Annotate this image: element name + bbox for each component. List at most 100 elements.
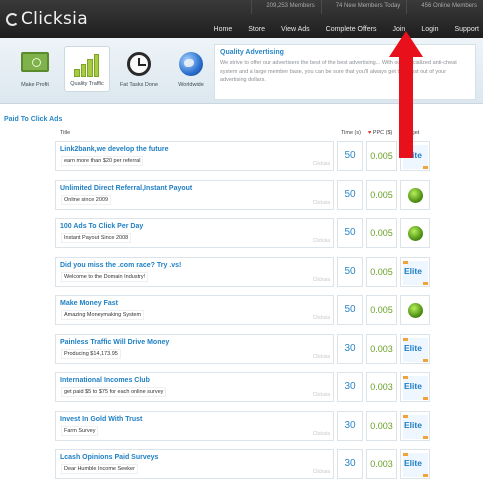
nav-support[interactable]: Support [454, 26, 479, 33]
worldwide-globe-icon [408, 303, 423, 318]
elite-badge-label: Elite [404, 381, 422, 391]
stat-online-members: 456 Online Members [406, 0, 483, 14]
ad-cell[interactable]: Unlimited Direct Referral,Instant Payout… [55, 179, 334, 210]
heart-icon: ♥ [368, 130, 372, 136]
feature-tiles: Make Profit Quality Traffic Fat Tasks Do… [12, 46, 220, 92]
main-nav: Home Store View Ads Complete Offers Join… [198, 26, 479, 33]
ad-target [400, 218, 430, 248]
feature-info-title: Quality Advertising [220, 49, 284, 56]
elite-badge: Elite [403, 414, 428, 439]
ad-target: Elite [400, 449, 430, 479]
ad-cell[interactable]: Lcash Opinions Paid Surveys Dear Humble … [55, 449, 334, 479]
ad-source-label: Clicksia [312, 199, 330, 206]
nav-view-ads[interactable]: View Ads [281, 26, 310, 33]
ad-time: 50 [337, 295, 363, 325]
section-title: Paid To Click Ads [4, 116, 63, 123]
money-icon [21, 52, 49, 72]
elite-badge: Elite [403, 453, 428, 477]
ad-target [400, 295, 430, 325]
ad-row: Lcash Opinions Paid Surveys Dear Humble … [55, 449, 437, 479]
elite-badge-label: Elite [404, 419, 422, 430]
feature-tile-worldwide[interactable]: Worldwide [168, 46, 214, 92]
ad-description: Farm Survey [62, 426, 98, 435]
ad-title[interactable]: Unlimited Direct Referral,Instant Payout [60, 185, 192, 192]
ad-title[interactable]: Did you miss the .com race? Try .vs! [60, 262, 181, 269]
ad-title[interactable]: Painless Traffic Will Drive Money [60, 339, 169, 346]
ad-cell[interactable]: Make Money Fast Amazing Moneymaking Syst… [55, 295, 334, 325]
worldwide-globe-icon [408, 187, 423, 203]
feature-tile-quality-traffic[interactable]: Quality Traffic [64, 46, 110, 92]
ad-ppc: 0.003 [366, 372, 397, 402]
nav-complete-offers[interactable]: Complete Offers [326, 26, 377, 33]
ad-title[interactable]: Link2bank,we develop the future [60, 146, 169, 153]
ad-title[interactable]: Invest In Gold With Trust [60, 416, 142, 423]
stat-new-members: 74 New Members Today [320, 0, 407, 14]
logo-icon [6, 12, 19, 26]
ad-description: Dear Humble Income Seeker [62, 465, 137, 473]
ad-cell[interactable]: Invest In Gold With Trust Farm Survey Cl… [55, 410, 334, 441]
nav-login[interactable]: Login [421, 26, 438, 33]
ad-ppc: 0.003 [366, 333, 397, 364]
elite-badge: Elite [403, 337, 428, 362]
stat-total-members: 209,253 Members [251, 0, 320, 14]
ad-time: 50 [337, 141, 363, 171]
clock-icon [127, 52, 151, 76]
brand-logo[interactable]: Clicksia [6, 9, 88, 29]
feature-info-box: Quality Advertising We strive to offer o… [214, 44, 476, 100]
ad-cell[interactable]: Link2bank,we develop the future earn mor… [55, 141, 334, 171]
ad-title[interactable]: Make Money Fast [60, 300, 118, 307]
ad-ppc: 0.005 [366, 179, 397, 210]
ad-target: Elite [400, 256, 430, 287]
ad-source-label: Clicksia [312, 392, 330, 398]
elite-badge: Elite [403, 376, 428, 400]
ad-source-label: Clicksia [312, 276, 330, 283]
ad-ppc: 0.005 [366, 218, 397, 248]
bar-chart-icon [74, 53, 100, 77]
ad-time: 50 [337, 256, 363, 287]
feature-tile-make-profit[interactable]: Make Profit [12, 46, 58, 92]
ad-description: Amazing Moneymaking System [62, 311, 144, 319]
ad-description: earn more than $20 per referral [62, 157, 143, 165]
red-arrow-annotation [389, 31, 423, 158]
ad-source-label: Clicksia [312, 353, 330, 360]
ad-target [400, 179, 430, 210]
ad-time: 50 [337, 179, 363, 210]
elite-badge: Elite [403, 260, 428, 285]
nav-home[interactable]: Home [214, 26, 233, 33]
elite-badge-label: Elite [404, 265, 422, 276]
ad-time: 50 [337, 218, 363, 248]
member-stats: 209,253 Members 74 New Members Today 456… [251, 0, 483, 14]
ad-row: International Incomes Club get paid $5 t… [55, 372, 437, 402]
feature-tile-fast-tasks[interactable]: Fat Tasks Done [116, 46, 162, 92]
ad-description: Producing $14,173.95 [62, 349, 120, 358]
ad-time: 30 [337, 333, 363, 364]
ad-source-label: Clicksia [312, 238, 330, 244]
ad-title[interactable]: International Incomes Club [60, 377, 150, 384]
ad-source-label: Clicksia [312, 430, 330, 437]
ad-cell[interactable]: Painless Traffic Will Drive Money Produc… [55, 333, 334, 364]
nav-store[interactable]: Store [248, 26, 265, 33]
ad-time: 30 [337, 449, 363, 479]
column-header-time: Time (s) [341, 130, 361, 136]
brand-name: Clicksia [21, 9, 88, 29]
ad-ppc: 0.003 [366, 449, 397, 479]
ad-description: Online since 2009 [62, 195, 111, 204]
ad-target: Elite [400, 333, 430, 364]
ad-row: Link2bank,we develop the future earn mor… [55, 141, 437, 171]
ad-cell[interactable]: 100 Ads To Click Per Day Instant Payout … [55, 218, 334, 248]
feature-info-text: We strive to offer our advertisers the b… [220, 60, 457, 83]
worldwide-globe-icon [408, 226, 423, 241]
ad-title[interactable]: 100 Ads To Click Per Day [60, 223, 143, 230]
ad-row: Painless Traffic Will Drive Money Produc… [55, 333, 437, 364]
ad-ppc: 0.005 [366, 256, 397, 287]
ad-description: Welcome to the Domain Industry! [62, 272, 148, 281]
feature-tile-label: Fat Tasks Done [119, 82, 159, 88]
ad-cell[interactable]: Did you miss the .com race? Try .vs! Wel… [55, 256, 334, 287]
column-header-title: Title [60, 130, 71, 136]
ad-title[interactable]: Lcash Opinions Paid Surveys [60, 454, 158, 461]
ad-row: Invest In Gold With Trust Farm Survey Cl… [55, 410, 437, 441]
elite-badge-label: Elite [404, 458, 422, 468]
elite-badge-label: Elite [404, 342, 422, 353]
ad-row: 100 Ads To Click Per Day Instant Payout … [55, 218, 437, 248]
ad-cell[interactable]: International Incomes Club get paid $5 t… [55, 372, 334, 402]
